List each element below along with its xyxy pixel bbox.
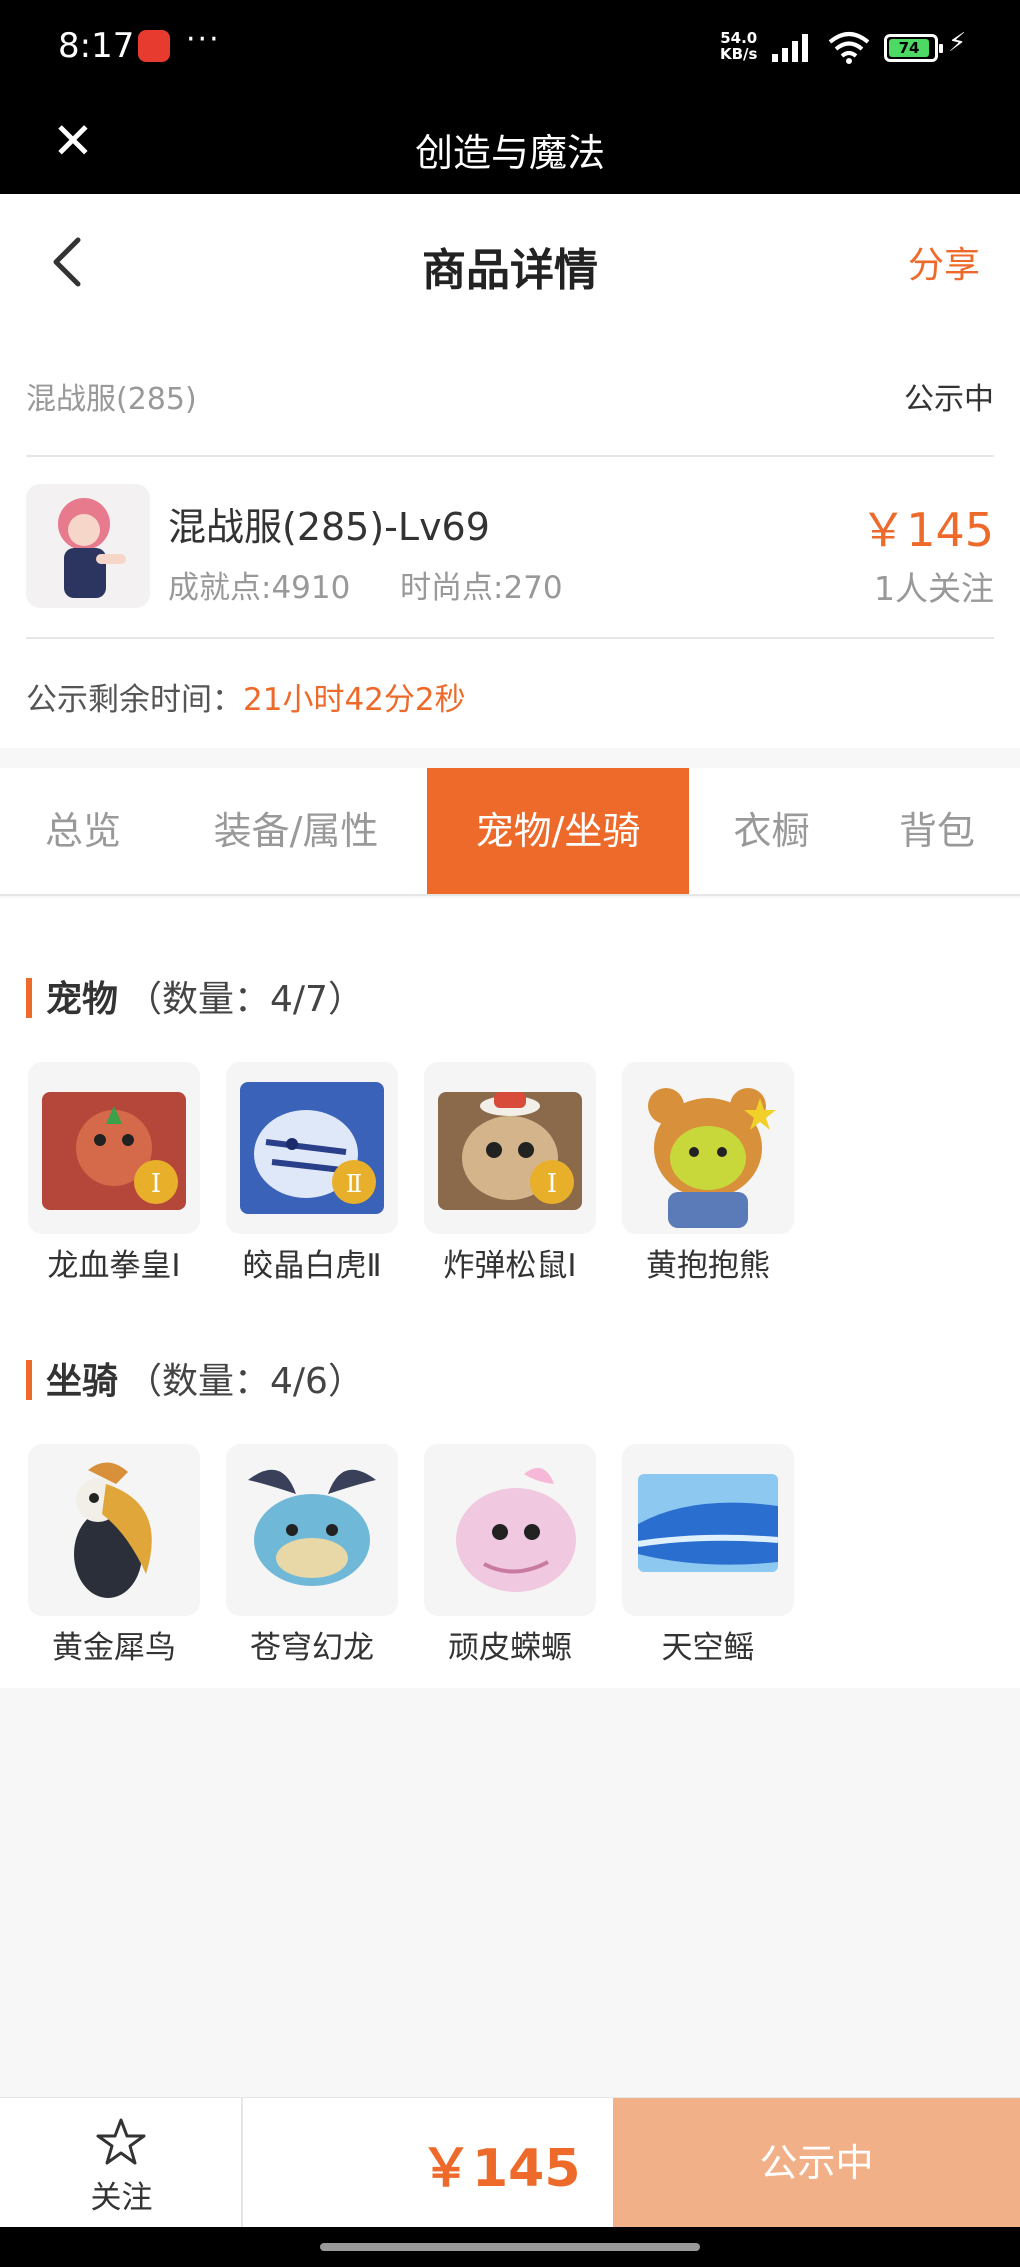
tab-backpack[interactable]: 背包 [854,768,1020,894]
svg-text:Ⅰ: Ⅰ [547,1169,557,1199]
svg-text:Ⅱ: Ⅱ [346,1170,362,1198]
remaining-time: 公示剩余时间：21小时42分2秒 [26,674,466,719]
app-notification-icon [138,30,170,62]
pet-item[interactable]: Ⅱ 皎晶白虎Ⅱ [226,1062,398,1285]
pet-thumbnail [622,1062,794,1234]
item-info: 混战服(285) 公示中 混战服(285)-Lv69 成就点:4910 时尚点:… [0,330,1020,748]
pet-thumbnail: Ⅱ [226,1062,398,1234]
app-title: 创造与魔法 [414,131,605,175]
pet-name: 龙血拳皇Ⅰ [47,1248,181,1284]
achievement-points: 成就点:4910 [168,570,351,606]
system-nav-bar [0,2227,1020,2267]
character-avatar [26,484,150,608]
mount-name: 天空鳐 [661,1630,755,1666]
bottom-action-bar: 关注 ￥145 公示中 [0,2097,1020,2228]
star-icon [96,2118,146,2165]
status-time: 8:17 [58,26,135,66]
fashion-points: 时尚点:270 [400,570,563,606]
mount-name: 黄金犀鸟 [52,1630,176,1666]
mount-name: 苍穹幻龙 [250,1630,374,1666]
pets-count: （数量：4/7） [126,979,364,1020]
pet-name: 皎晶白虎Ⅱ [242,1248,382,1284]
wifi-icon [828,32,870,64]
pet-name: 黄抱抱熊 [646,1248,770,1284]
app-bar: ✕ 创造与魔法 [0,96,1020,194]
mount-item[interactable]: 顽皮蝾螈 [424,1444,596,1667]
more-notifications: ··· [186,22,221,57]
mount-thumbnail [622,1444,794,1616]
mount-thumbnail [226,1444,398,1616]
status-label: 公示中 [904,382,994,417]
bottom-price: ￥145 [420,2139,581,2199]
signal-icon [772,34,808,62]
status-bar: 8:17 ··· 54.0 KB/s 74 ⚡ [0,0,1020,96]
item-price: ￥145 [860,503,994,557]
share-button[interactable]: 分享 [908,236,980,288]
status-action-button[interactable]: 公示中 [613,2098,1020,2228]
follow-label: 关注 [90,2180,153,2216]
pet-thumbnail: Ⅰ [424,1062,596,1234]
mount-name: 顽皮蝾螈 [448,1630,572,1666]
section-accent-bar [26,978,32,1018]
pet-item[interactable]: Ⅰ 龙血拳皇Ⅰ [28,1062,200,1285]
pet-item[interactable]: 黄抱抱熊 [622,1062,794,1285]
divider [26,637,994,639]
home-indicator[interactable] [320,2243,700,2251]
svg-text:Ⅰ: Ⅰ [151,1169,161,1199]
mounts-label: 坐骑 [46,1361,119,1402]
charging-icon: ⚡ [948,28,967,58]
server-name: 混战服(285) [26,382,197,417]
section-accent-bar [26,1360,32,1400]
remaining-time-label: 公示剩余时间： [26,682,243,718]
page-header: 商品详情 分享 [0,194,1020,330]
mount-item[interactable]: 黄金犀鸟 [28,1444,200,1667]
item-name: 混战服(285)-Lv69 [168,505,490,549]
mount-item[interactable]: 天空鳐 [622,1444,794,1667]
battery-level: 74 [889,39,929,57]
pet-item[interactable]: Ⅰ 炸弹松鼠Ⅰ [424,1062,596,1285]
pets-label: 宠物 [46,979,119,1020]
network-speed-value: 54.0 [720,29,758,47]
tab-bar: 总览 装备/属性 宠物/坐骑 衣橱 背包 [0,768,1020,896]
follow-button[interactable]: 关注 [0,2098,243,2228]
mount-item[interactable]: 苍穹幻龙 [226,1444,398,1667]
divider [26,455,994,457]
network-speed: 54.0 KB/s [720,30,757,62]
network-speed-unit: KB/s [720,45,758,63]
tab-pets-mounts[interactable]: 宠物/坐骑 [427,768,689,894]
follower-count: 1人关注 [874,569,994,608]
mount-thumbnail [424,1444,596,1616]
mounts-count: （数量：4/6） [126,1361,364,1402]
pet-thumbnail: Ⅰ [28,1062,200,1234]
remaining-time-value: 21小时42分2秒 [243,682,466,718]
page-title: 商品详情 [422,245,598,296]
tab-overview[interactable]: 总览 [0,768,166,894]
battery-icon: 74 [884,34,943,62]
pet-name: 炸弹松鼠Ⅰ [443,1248,577,1284]
tab-wardrobe[interactable]: 衣橱 [689,768,854,894]
mount-thumbnail [28,1444,200,1616]
pets-mounts-panel: 宠物 （数量：4/7） Ⅰ 龙血拳皇Ⅰ Ⅱ 皎晶白虎Ⅱ Ⅰ 炸弹松鼠Ⅰ 黄抱抱熊… [0,898,1020,1688]
tab-equipment[interactable]: 装备/属性 [166,768,426,894]
